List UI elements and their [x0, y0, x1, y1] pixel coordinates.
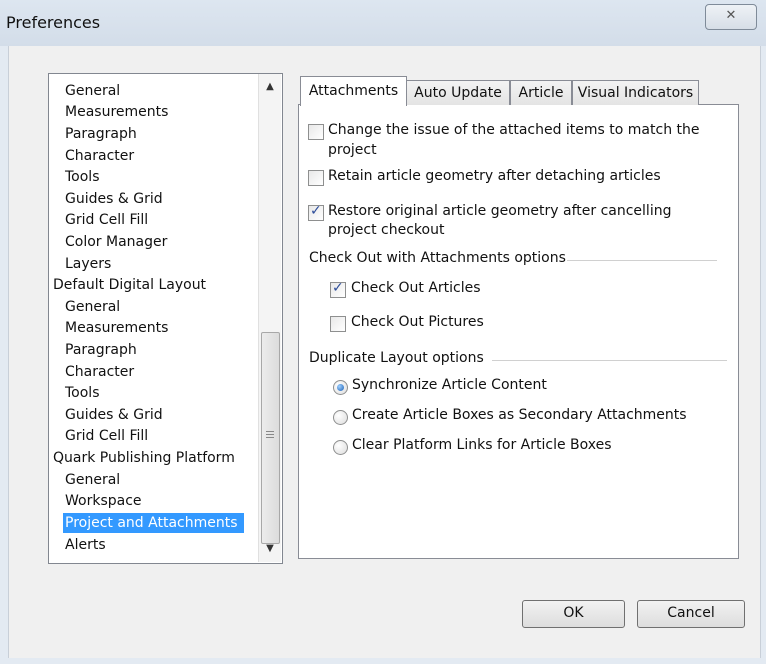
category-item-measurements[interactable]: Measurements: [63, 318, 174, 338]
tab-article[interactable]: Article: [510, 80, 572, 105]
category-item-guides-grid[interactable]: Guides & Grid: [63, 189, 169, 209]
window-title: Preferences: [6, 13, 101, 32]
close-button[interactable]: ✕: [705, 4, 757, 30]
synchronize-radio[interactable]: [333, 380, 348, 395]
category-list[interactable]: General Measurements Paragraph Character…: [48, 73, 283, 564]
category-scrollbar[interactable]: ▲ ▼: [258, 74, 281, 562]
change-issue-checkbox[interactable]: [308, 124, 324, 140]
create-article-boxes-radio[interactable]: [333, 410, 348, 425]
synchronize-label: Synchronize Article Content: [352, 377, 547, 393]
category-item-color-manager[interactable]: Color Manager: [63, 232, 173, 252]
duplicate-section-divider: [492, 360, 727, 361]
checkout-section-divider: [567, 260, 717, 261]
radio-selected-dot: [337, 384, 344, 391]
ok-button[interactable]: OK: [522, 600, 625, 628]
grip-icon: [266, 431, 274, 432]
category-item-general[interactable]: General: [63, 81, 126, 101]
create-article-boxes-label: Create Article Boxes as Secondary Attach…: [352, 407, 687, 423]
checkout-pictures-label: Check Out Pictures: [351, 314, 484, 330]
category-item-workspace[interactable]: Workspace: [63, 491, 148, 511]
duplicate-section-heading: Duplicate Layout options: [309, 350, 484, 366]
restore-geometry-label-line2: project checkout: [328, 222, 445, 238]
category-item-character[interactable]: Character: [63, 362, 140, 382]
category-item-tools[interactable]: Tools: [63, 167, 106, 187]
change-issue-label-line1: Change the issue of the attached items t…: [328, 122, 700, 138]
category-group-quark-publishing-platform[interactable]: Quark Publishing Platform: [51, 448, 241, 468]
checkout-section-heading: Check Out with Attachments options: [309, 250, 566, 266]
category-item-character[interactable]: Character: [63, 146, 140, 166]
category-item-measurements[interactable]: Measurements: [63, 102, 174, 122]
checkmark-icon: ✓: [310, 203, 322, 219]
category-item-general[interactable]: General: [63, 297, 126, 317]
retain-geometry-label: Retain article geometry after detaching …: [328, 168, 661, 184]
category-item-paragraph[interactable]: Paragraph: [63, 124, 143, 144]
scroll-down-arrow-icon[interactable]: ▼: [259, 540, 281, 558]
restore-geometry-checkbox[interactable]: ✓: [308, 203, 324, 221]
checkout-pictures-checkbox[interactable]: [330, 316, 346, 332]
checkmark-icon: ✓: [332, 280, 344, 296]
category-item-tools[interactable]: Tools: [63, 383, 106, 403]
category-item-general[interactable]: General: [63, 470, 126, 490]
category-item-paragraph[interactable]: Paragraph: [63, 340, 143, 360]
change-issue-label-line2: project: [328, 142, 377, 158]
clear-platform-links-label: Clear Platform Links for Article Boxes: [352, 437, 612, 453]
category-item-alerts[interactable]: Alerts: [63, 535, 112, 555]
retain-geometry-checkbox[interactable]: [308, 170, 324, 186]
title-bar: [0, 0, 766, 46]
category-group-default-digital-layout[interactable]: Default Digital Layout: [51, 275, 212, 295]
tab-visual-indicators[interactable]: Visual Indicators: [572, 80, 699, 105]
category-item-project-and-attachments[interactable]: Project and Attachments: [63, 513, 244, 533]
scrollbar-thumb[interactable]: [261, 332, 280, 544]
tab-auto-update[interactable]: Auto Update: [406, 80, 510, 105]
tab-attachments[interactable]: Attachments: [300, 76, 407, 106]
category-item-grid-cell-fill[interactable]: Grid Cell Fill: [63, 210, 154, 230]
category-item-guides-grid[interactable]: Guides & Grid: [63, 405, 169, 425]
category-item-grid-cell-fill[interactable]: Grid Cell Fill: [63, 426, 154, 446]
close-icon: ✕: [725, 8, 737, 23]
category-item-layers[interactable]: Layers: [63, 254, 117, 274]
checkout-articles-label: Check Out Articles: [351, 280, 481, 296]
clear-platform-links-radio[interactable]: [333, 440, 348, 455]
restore-geometry-label-line1: Restore original article geometry after …: [328, 203, 672, 219]
checkout-articles-checkbox[interactable]: ✓: [330, 280, 346, 298]
scroll-up-arrow-icon[interactable]: ▲: [259, 78, 281, 96]
cancel-button[interactable]: Cancel: [637, 600, 745, 628]
